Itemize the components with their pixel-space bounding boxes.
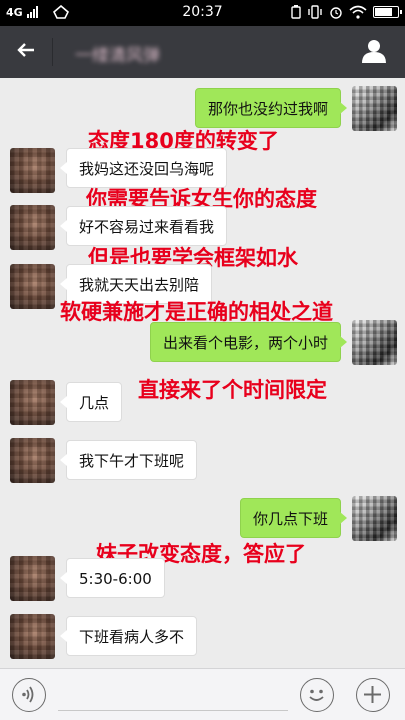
vibrate-icon	[308, 5, 322, 19]
message-bubble[interactable]: 下班看病人多不	[59, 616, 198, 656]
message-bubble[interactable]: 那你也没约过我啊	[194, 88, 348, 128]
battery-saver-icon	[291, 5, 301, 19]
self-avatar[interactable]	[352, 496, 397, 541]
message-bubble[interactable]: 你几点下班	[239, 498, 348, 538]
contact-avatar[interactable]	[10, 614, 55, 659]
chat-header: 一缕清风弹	[0, 26, 405, 78]
contact-avatar[interactable]	[10, 264, 55, 309]
message-input[interactable]	[58, 681, 288, 711]
self-avatar[interactable]	[352, 320, 397, 365]
contact-avatar[interactable]	[10, 556, 55, 601]
contact-avatar[interactable]	[10, 438, 55, 483]
message-bubble[interactable]: 几点	[59, 382, 123, 422]
battery-fill	[375, 8, 392, 16]
back-arrow-icon[interactable]	[16, 40, 36, 66]
profile-icon[interactable]	[361, 38, 387, 68]
annotation-text: 直接来了个时间限定	[138, 378, 327, 402]
input-bar	[0, 668, 405, 720]
emoji-icon[interactable]	[300, 678, 334, 712]
status-bar: 4G 20:37	[0, 0, 405, 26]
header-divider	[52, 38, 53, 66]
message-bubble[interactable]: 我下午才下班呢	[59, 440, 198, 480]
voice-icon[interactable]	[12, 678, 46, 712]
message-bubble[interactable]: 出来看个电影，两个小时	[149, 322, 348, 362]
contact-avatar[interactable]	[10, 205, 55, 250]
battery-icon	[373, 6, 402, 18]
self-avatar[interactable]	[352, 86, 397, 131]
plus-icon[interactable]	[356, 678, 390, 712]
contact-avatar[interactable]	[10, 380, 55, 425]
wifi-icon	[349, 5, 367, 19]
message-bubble[interactable]: 5:30-6:00	[60, 558, 165, 598]
message-bubble[interactable]: 我妈这还没回乌海呢	[59, 148, 228, 188]
status-right	[291, 5, 402, 19]
alarm-icon	[330, 7, 342, 19]
contact-avatar[interactable]	[10, 148, 55, 193]
message-bubble[interactable]: 好不容易过来看看我	[59, 206, 228, 246]
chat-title: 一缕清风弹	[75, 46, 160, 66]
